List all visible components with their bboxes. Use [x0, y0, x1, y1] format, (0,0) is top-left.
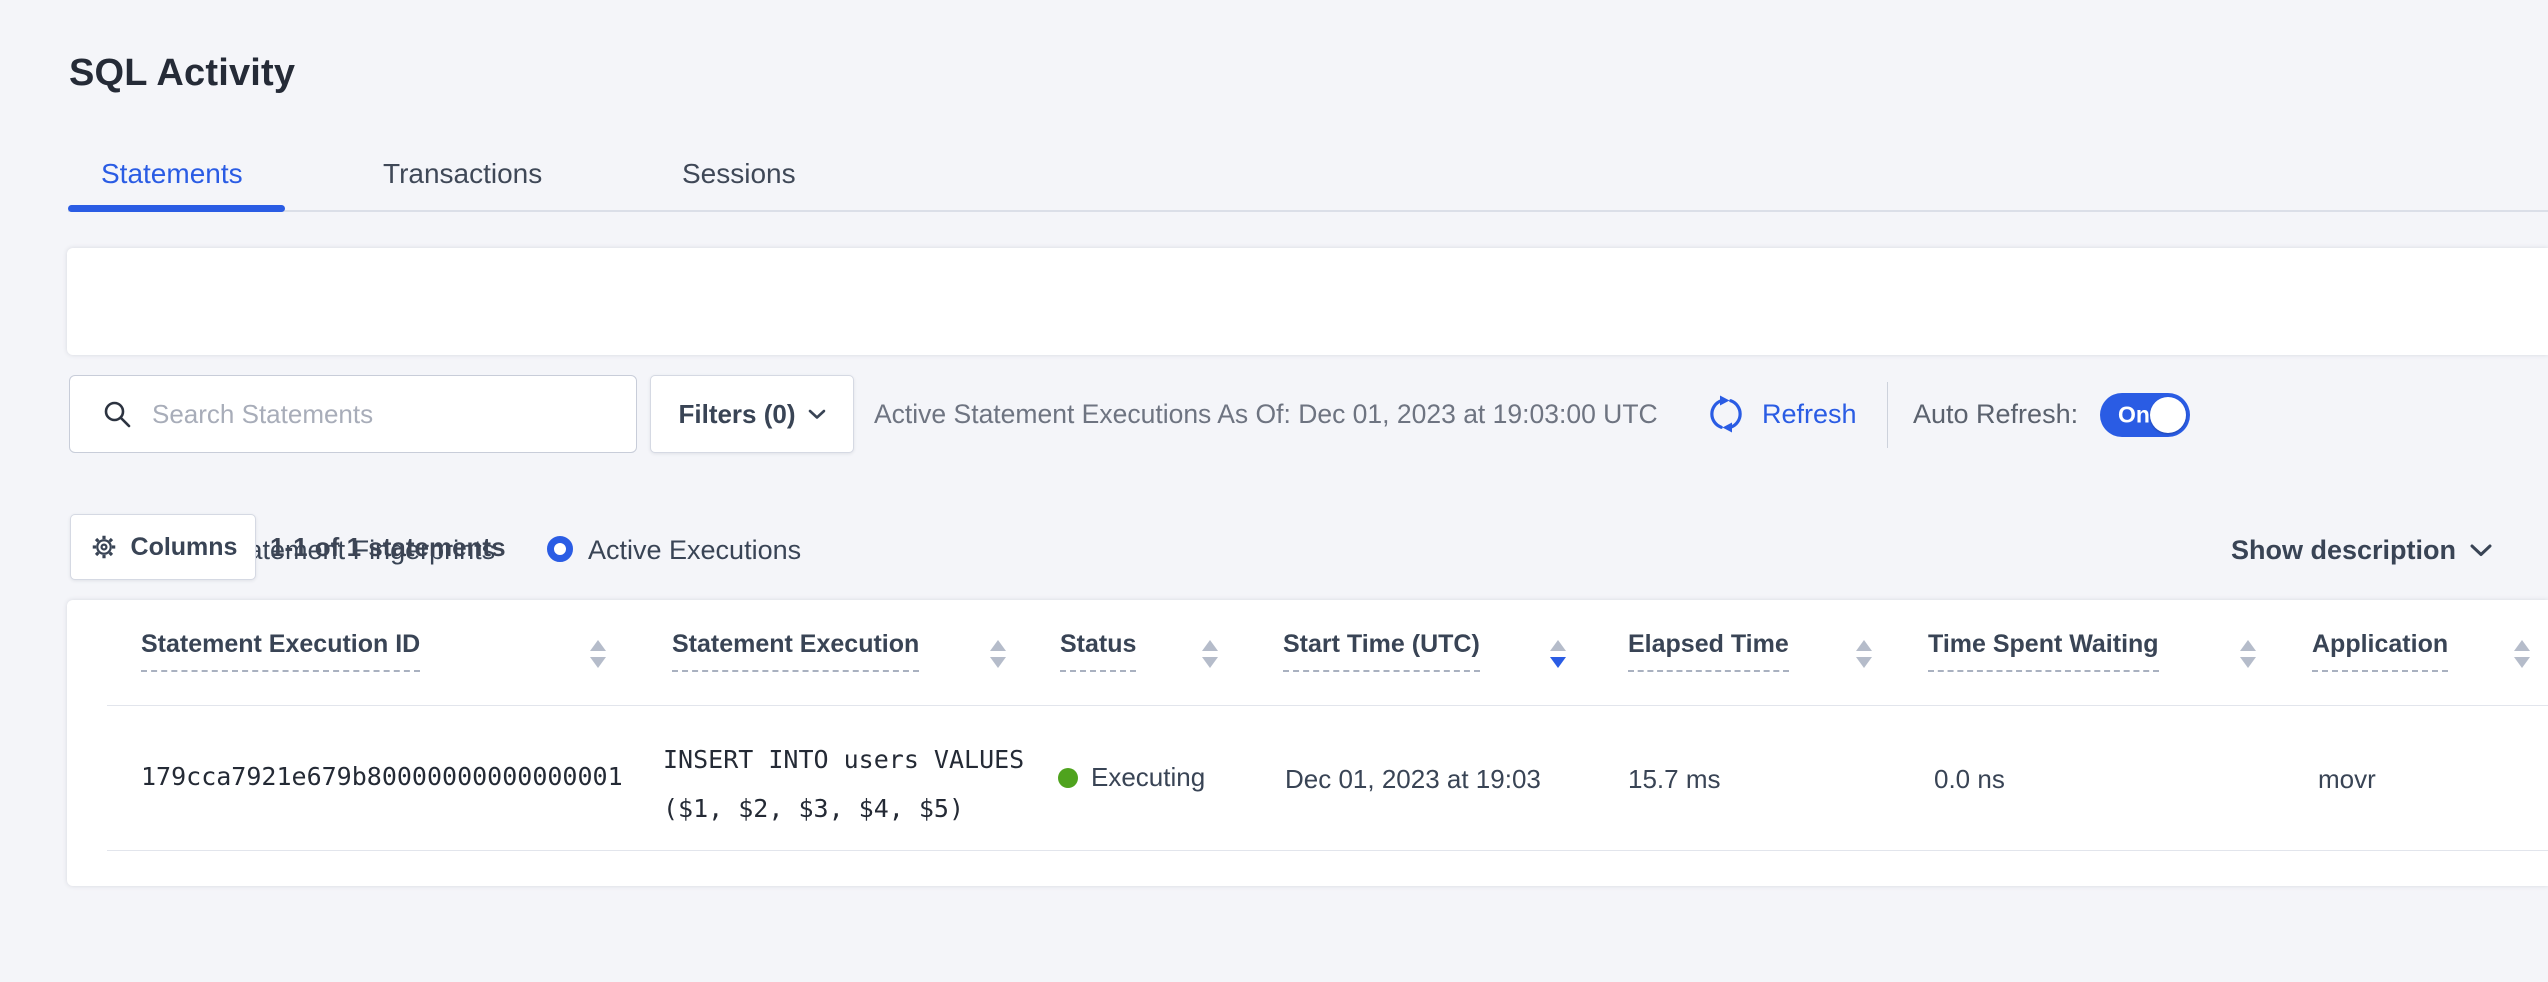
cell-statement-execution[interactable]: INSERT INTO users VALUES ($1, $2, $3, $4…: [663, 735, 1024, 833]
auto-refresh-state: On: [2118, 402, 2150, 429]
search-box[interactable]: [69, 375, 637, 453]
sort-icon[interactable]: [1202, 640, 1218, 668]
cell-elapsed-time: 15.7 ms: [1628, 764, 1721, 795]
column-header-time-spent-waiting[interactable]: Time Spent Waiting: [1928, 630, 2159, 672]
refresh-icon: [1704, 392, 1748, 436]
sort-icon[interactable]: [2514, 640, 2530, 668]
chevron-down-icon: [2470, 544, 2492, 557]
column-header-status[interactable]: Status: [1060, 630, 1136, 672]
cell-status: Executing: [1058, 762, 1205, 793]
search-icon: [102, 399, 132, 429]
tab-transactions[interactable]: Transactions: [383, 158, 542, 190]
sort-icon-active-desc[interactable]: [1550, 640, 1566, 668]
refresh-label: Refresh: [1762, 399, 1857, 430]
columns-button-label: Columns: [131, 533, 238, 562]
cell-statement-execution-id[interactable]: 179cca7921e679b80000000000000001: [141, 762, 623, 791]
toolbar-divider: [1887, 382, 1888, 448]
active-tab-indicator: [68, 205, 285, 212]
as-of-timestamp: Active Statement Executions As Of: Dec 0…: [874, 375, 1658, 453]
view-mode-card: Statement Fingerprints Active Executions…: [67, 248, 2548, 355]
cell-start-time: Dec 01, 2023 at 19:03: [1285, 764, 1541, 795]
radio-label-active-executions[interactable]: Active Executions: [588, 535, 801, 566]
filters-button-label: Filters (0): [678, 399, 795, 430]
status-label: Executing: [1091, 762, 1205, 793]
refresh-button[interactable]: Refresh: [1704, 375, 1857, 453]
cell-time-spent-waiting: 0.0 ns: [1934, 764, 2005, 795]
columns-button[interactable]: Columns: [70, 514, 256, 580]
search-input[interactable]: [152, 399, 616, 430]
show-description-toggle[interactable]: Show description: [2231, 535, 2492, 566]
sort-icon[interactable]: [1856, 640, 1872, 668]
gear-icon: [89, 532, 119, 562]
statement-line-2: ($1, $2, $3, $4, $5): [663, 784, 1024, 833]
cell-application: movr: [2318, 764, 2376, 795]
toggle-knob: [2150, 397, 2186, 433]
column-header-statement-execution[interactable]: Statement Execution: [672, 630, 919, 672]
results-count: 1-1 of 1 statements: [270, 514, 506, 580]
sql-activity-page: SQL Activity Statements Transactions Ses…: [0, 0, 2548, 982]
page-title: SQL Activity: [69, 52, 295, 95]
column-header-statement-execution-id[interactable]: Statement Execution ID: [141, 630, 420, 672]
column-header-application[interactable]: Application: [2312, 630, 2448, 672]
table-header-separator: [107, 705, 2548, 706]
sort-icon[interactable]: [590, 640, 606, 668]
radio-active-executions[interactable]: [547, 536, 573, 562]
sort-icon[interactable]: [990, 640, 1006, 668]
auto-refresh-toggle[interactable]: On: [2100, 393, 2190, 437]
sort-icon[interactable]: [2240, 640, 2256, 668]
filters-button[interactable]: Filters (0): [650, 375, 854, 453]
tab-sessions[interactable]: Sessions: [682, 158, 796, 190]
column-header-elapsed-time[interactable]: Elapsed Time: [1628, 630, 1789, 672]
tab-statements[interactable]: Statements: [101, 158, 243, 190]
tab-bottom-border: [68, 210, 2548, 212]
show-description-label: Show description: [2231, 535, 2456, 566]
status-executing-dot: [1058, 768, 1078, 788]
statement-line-1: INSERT INTO users VALUES: [663, 735, 1024, 784]
auto-refresh-label: Auto Refresh:: [1913, 375, 2078, 453]
column-header-start-time[interactable]: Start Time (UTC): [1283, 630, 1480, 672]
chevron-down-icon: [808, 409, 826, 420]
table-row-separator: [107, 850, 2548, 851]
